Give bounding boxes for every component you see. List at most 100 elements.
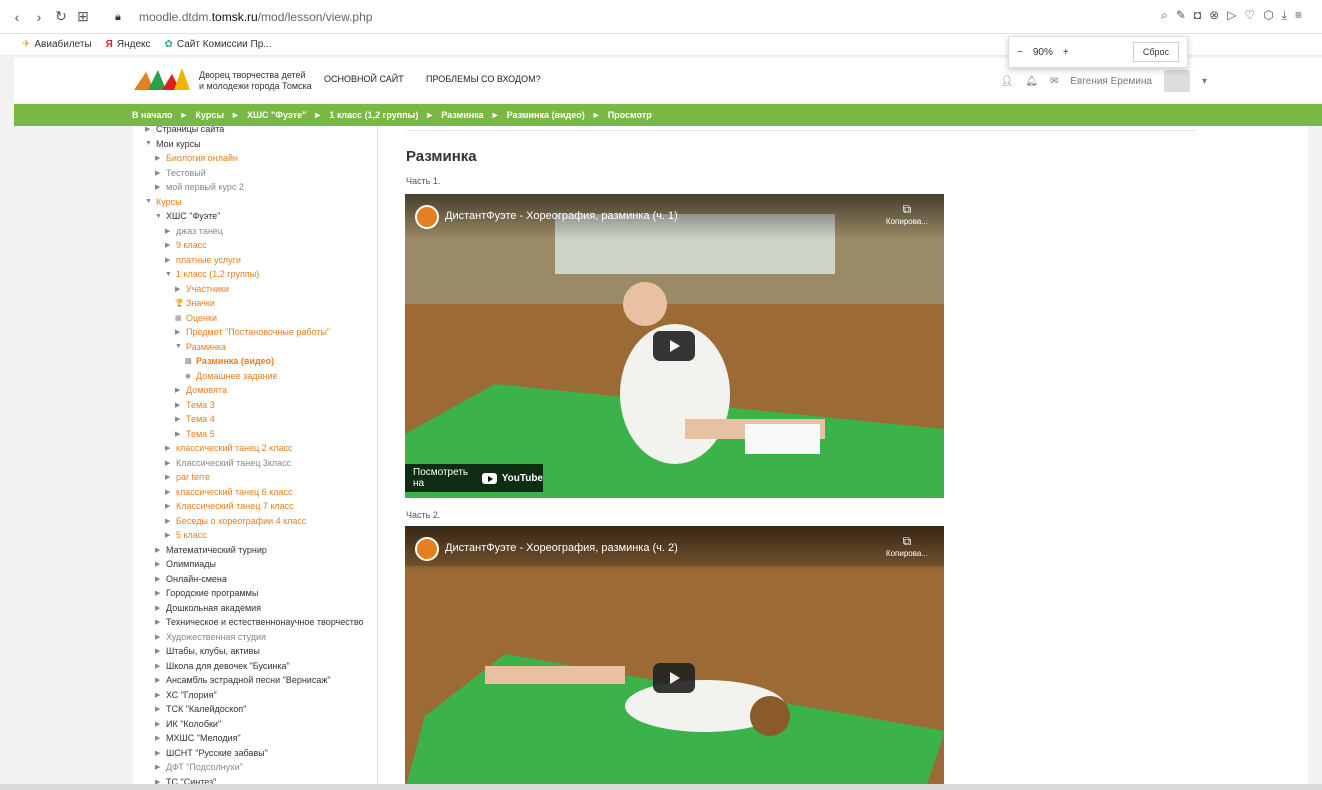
copy-link-button[interactable]: ⧉ Копирова... xyxy=(886,202,928,226)
collapsed-arrow-icon[interactable]: ▶ xyxy=(155,169,162,177)
breadcrumb-item[interactable]: В начало xyxy=(132,110,173,120)
tree-item[interactable]: ▶ джаз танец xyxy=(165,226,223,236)
collapsed-arrow-icon[interactable]: ▶ xyxy=(165,227,172,235)
collapsed-arrow-icon[interactable]: ▶ xyxy=(155,560,162,568)
collapsed-arrow-icon[interactable]: ▶ xyxy=(165,488,172,496)
channel-icon[interactable] xyxy=(415,537,439,561)
download-icon[interactable]: ⤓ xyxy=(1282,8,1287,23)
collapsed-arrow-icon[interactable]: 🏆 xyxy=(175,299,184,307)
tree-item[interactable]: ▶ Участники xyxy=(175,284,229,294)
copy-link-button[interactable]: ⧉ Копирова... xyxy=(886,534,928,558)
collapsed-arrow-icon[interactable]: ▶ xyxy=(175,430,182,438)
camera-icon[interactable]: ◘ xyxy=(1194,8,1201,23)
tree-item[interactable]: ▶ ШСНТ "Русские забавы" xyxy=(155,748,268,758)
video-player-2[interactable]: ДистантФуэте - Хореография, разминка (ч.… xyxy=(405,526,944,790)
tree-item[interactable]: ▶ классический танец 2 класс xyxy=(165,443,292,453)
tree-item[interactable]: ▶ Биология онлайн xyxy=(155,153,238,163)
breadcrumb-item[interactable]: 1 класс (1,2 группы) xyxy=(329,110,418,120)
tree-item[interactable]: 🏆 Значки xyxy=(175,298,215,308)
collapsed-arrow-icon[interactable]: ▶ xyxy=(155,662,162,670)
collapsed-arrow-icon[interactable]: ▶ xyxy=(155,183,162,191)
collapsed-arrow-icon[interactable]: ▶ xyxy=(155,633,162,641)
collapsed-arrow-icon[interactable]: ◉ xyxy=(185,372,192,380)
tree-item[interactable]: ▶ Штабы, клубы, активы xyxy=(155,646,260,656)
tree-item[interactable]: ▶ ДФТ "Подсолнухи" xyxy=(155,762,243,772)
chevron-down-icon[interactable]: ▾ xyxy=(1202,76,1207,87)
collapsed-arrow-icon[interactable]: ▶ xyxy=(175,285,182,293)
channel-icon[interactable] xyxy=(415,205,439,229)
collapsed-arrow-icon[interactable]: ▶ xyxy=(155,618,162,626)
collapsed-arrow-icon[interactable]: ▶ xyxy=(175,401,182,409)
collapsed-arrow-icon[interactable]: ▶ xyxy=(155,154,162,162)
collapsed-arrow-icon[interactable]: ▶ xyxy=(155,705,162,713)
collapsed-arrow-icon[interactable]: ▶ xyxy=(155,589,162,597)
collapsed-arrow-icon[interactable]: ▤ xyxy=(185,357,192,365)
collapsed-arrow-icon[interactable]: ▶ xyxy=(155,734,162,742)
collapsed-arrow-icon[interactable]: ▶ xyxy=(175,328,182,336)
collapsed-arrow-icon[interactable]: ▶ xyxy=(155,763,162,771)
nav-login-problems[interactable]: ПРОБЛЕМЫ СО ВХОДОМ? xyxy=(426,74,541,84)
tree-item[interactable]: ▶ Беседы о хореографии 4 класс xyxy=(165,516,306,526)
breadcrumb-item[interactable]: ХШС "Фуэте" xyxy=(247,110,306,120)
video-2-title[interactable]: ДистантФуэте - Хореография, разминка (ч.… xyxy=(445,542,678,554)
collapsed-arrow-icon[interactable]: ▶ xyxy=(175,386,182,394)
play-button[interactable] xyxy=(653,663,695,693)
tree-item[interactable]: ▶ 9 класс xyxy=(165,240,207,250)
collapsed-arrow-icon[interactable]: ▶ xyxy=(165,502,172,510)
tree-item[interactable]: ▶ Художественная студия xyxy=(155,632,266,642)
tree-item[interactable]: ▶ Ансамбль эстрадной песни "Вернисаж" xyxy=(155,675,331,685)
tree-item[interactable]: ▶ ТСК "Калейдоскоп" xyxy=(155,704,246,714)
collapsed-arrow-icon[interactable]: ▶ xyxy=(175,415,182,423)
tree-item[interactable]: ▶ Тестовый xyxy=(155,168,206,178)
collapsed-arrow-icon[interactable]: ▶ xyxy=(155,676,162,684)
watch-on-youtube-button[interactable]: Посмотреть на YouTube xyxy=(405,464,543,492)
expanded-arrow-icon[interactable]: ▼ xyxy=(155,213,162,220)
tree-item[interactable]: ▶ Математический турнир xyxy=(155,545,267,555)
tree-item[interactable]: ▶ Дошкольная академия xyxy=(155,603,261,613)
tree-item[interactable]: ▼ 1 класс (1,2 группы) xyxy=(165,269,259,279)
tree-item[interactable]: ▶ Страницы сайта xyxy=(145,126,224,134)
collapsed-arrow-icon[interactable]: ▶ xyxy=(155,647,162,655)
tree-item[interactable]: ▶ платные услуги xyxy=(165,255,241,265)
video-player-1[interactable]: ДистантФуэте - Хореография, разминка (ч.… xyxy=(405,194,944,498)
collapsed-arrow-icon[interactable]: ▶ xyxy=(165,473,172,481)
tree-item[interactable]: ▶ Классический танец 7 класс xyxy=(165,501,294,511)
tree-item[interactable]: ▶ Тема 3 xyxy=(175,400,215,410)
tree-item[interactable]: ▶ Домовята xyxy=(175,385,227,395)
tree-item[interactable]: ▶ Онлайн-смена xyxy=(155,574,227,584)
expanded-arrow-icon[interactable]: ▼ xyxy=(145,198,152,205)
zoom-in-button[interactable]: + xyxy=(1063,47,1069,58)
tree-item[interactable]: ▼ Разминка xyxy=(175,342,226,352)
tabs-grid-icon[interactable]: ⊞ xyxy=(72,8,94,25)
collapsed-arrow-icon[interactable]: ▶ xyxy=(155,575,162,583)
nav-main-site[interactable]: ОСНОВНОЙ САЙТ xyxy=(324,74,404,84)
collapsed-arrow-icon[interactable]: ▶ xyxy=(155,720,162,728)
breadcrumb-item[interactable]: Разминка (видео) xyxy=(507,110,585,120)
bookmark-yandex[interactable]: Я Яндекс xyxy=(106,39,151,50)
address-input[interactable]: 🔒︎ moodle.dtdm. tomsk.ru/mod/lesson/view.… xyxy=(115,6,1165,28)
collapsed-arrow-icon[interactable]: ▶ xyxy=(165,241,172,249)
tree-item[interactable]: ▼ ХШС "Фуэте" xyxy=(155,211,220,221)
search-icon[interactable]: ⌕ xyxy=(1161,8,1168,23)
tree-item[interactable]: ▶ классический танец 6 класс xyxy=(165,487,292,497)
expanded-arrow-icon[interactable]: ▼ xyxy=(165,271,172,278)
bell-icon[interactable]: 🔔︎ xyxy=(1025,76,1038,87)
video-1-title[interactable]: ДистантФуэте - Хореография, разминка (ч.… xyxy=(445,210,678,222)
collapsed-arrow-icon[interactable]: ▶ xyxy=(165,531,172,539)
send-icon[interactable]: ▷ xyxy=(1227,8,1236,23)
collapsed-arrow-icon[interactable]: ▶ xyxy=(165,517,172,525)
avatar[interactable] xyxy=(1163,70,1190,92)
tree-item[interactable]: ▶ МХШС "Мелодия" xyxy=(155,733,241,743)
tree-item[interactable]: ◉ Домашнее задание xyxy=(185,371,278,381)
tree-item[interactable]: ▶ Предмет "Постановочные работы" xyxy=(175,327,330,337)
extensions-icon[interactable]: ⬡ xyxy=(1263,8,1273,23)
tree-item[interactable]: ▶ par terre xyxy=(165,472,210,482)
tree-item[interactable]: ▶ ХС "Глория" xyxy=(155,690,217,700)
collapsed-arrow-icon[interactable]: ▶ xyxy=(165,459,172,467)
tree-item[interactable]: ▶ Городские программы xyxy=(155,588,258,598)
collapsed-arrow-icon[interactable]: ▶ xyxy=(155,691,162,699)
expanded-arrow-icon[interactable]: ▼ xyxy=(145,140,152,147)
forward-icon[interactable]: › xyxy=(28,9,50,25)
reload-icon[interactable]: ↻ xyxy=(50,8,72,25)
play-button[interactable] xyxy=(653,331,695,361)
